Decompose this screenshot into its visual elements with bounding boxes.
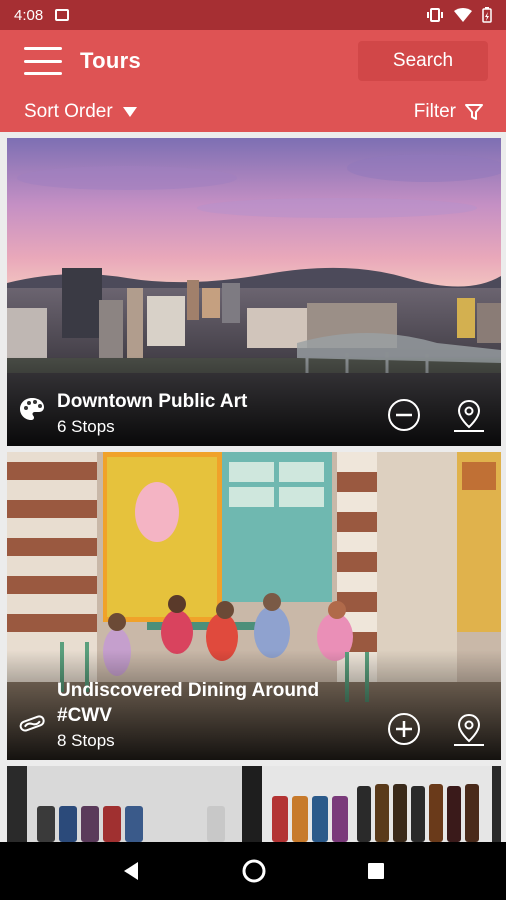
wifi-icon bbox=[454, 8, 472, 22]
tour-text: Undiscovered Dining Around #CWV 8 Stops bbox=[57, 678, 319, 752]
status-bar: 4:08 bbox=[0, 0, 506, 30]
recents-icon[interactable] bbox=[366, 861, 386, 881]
remove-tour-icon[interactable] bbox=[387, 398, 421, 432]
hot-dog-icon bbox=[19, 715, 45, 732]
tour-info: Undiscovered Dining Around #CWV 8 Stops bbox=[17, 678, 319, 752]
filter-button[interactable]: Filter bbox=[414, 101, 484, 123]
tour-card[interactable]: Downtown Public Art 6 Stops bbox=[7, 138, 501, 446]
back-icon[interactable] bbox=[120, 860, 142, 882]
sort-filter-bar: Sort Order Filter bbox=[0, 92, 506, 132]
tour-card[interactable]: Undiscovered Dining Around #CWV 8 Stops bbox=[7, 452, 501, 760]
vibrate-icon bbox=[427, 8, 443, 22]
filter-icon bbox=[465, 104, 483, 120]
battery-icon bbox=[482, 7, 492, 23]
tour-stops: 6 Stops bbox=[57, 417, 115, 436]
menu-icon[interactable] bbox=[24, 47, 62, 75]
sort-order-dropdown[interactable]: Sort Order bbox=[24, 101, 137, 123]
clock: 4:08 bbox=[14, 6, 44, 24]
search-button[interactable]: Search bbox=[358, 41, 488, 81]
image-notification-icon bbox=[55, 9, 70, 21]
tour-list[interactable]: Downtown Public Art 6 Stops Undiscovered… bbox=[0, 132, 506, 842]
map-pin-icon[interactable] bbox=[451, 712, 487, 748]
tour-title: Downtown Public Art bbox=[57, 391, 248, 412]
tour-stops: 8 Stops bbox=[57, 731, 115, 750]
app-bar: Tours Search bbox=[0, 30, 506, 92]
navigation-bar bbox=[0, 842, 506, 900]
page-title: Tours bbox=[80, 48, 141, 73]
dropdown-arrow-icon bbox=[122, 107, 137, 117]
tour-card[interactable] bbox=[7, 766, 501, 842]
tour-title-line-2: #CWV bbox=[57, 705, 112, 726]
home-icon[interactable] bbox=[241, 858, 267, 884]
map-pin-icon[interactable] bbox=[451, 398, 487, 434]
palette-icon bbox=[20, 398, 44, 420]
tour-photo bbox=[7, 766, 501, 842]
add-tour-icon[interactable] bbox=[387, 712, 421, 746]
filter-label: Filter bbox=[413, 101, 456, 122]
tour-info: Downtown Public Art 6 Stops bbox=[17, 389, 247, 438]
tour-title-line-1: Undiscovered Dining Around bbox=[57, 680, 320, 701]
tour-text: Downtown Public Art 6 Stops bbox=[57, 389, 247, 438]
status-icons bbox=[426, 7, 492, 23]
sort-order-label: Sort Order bbox=[24, 101, 113, 122]
